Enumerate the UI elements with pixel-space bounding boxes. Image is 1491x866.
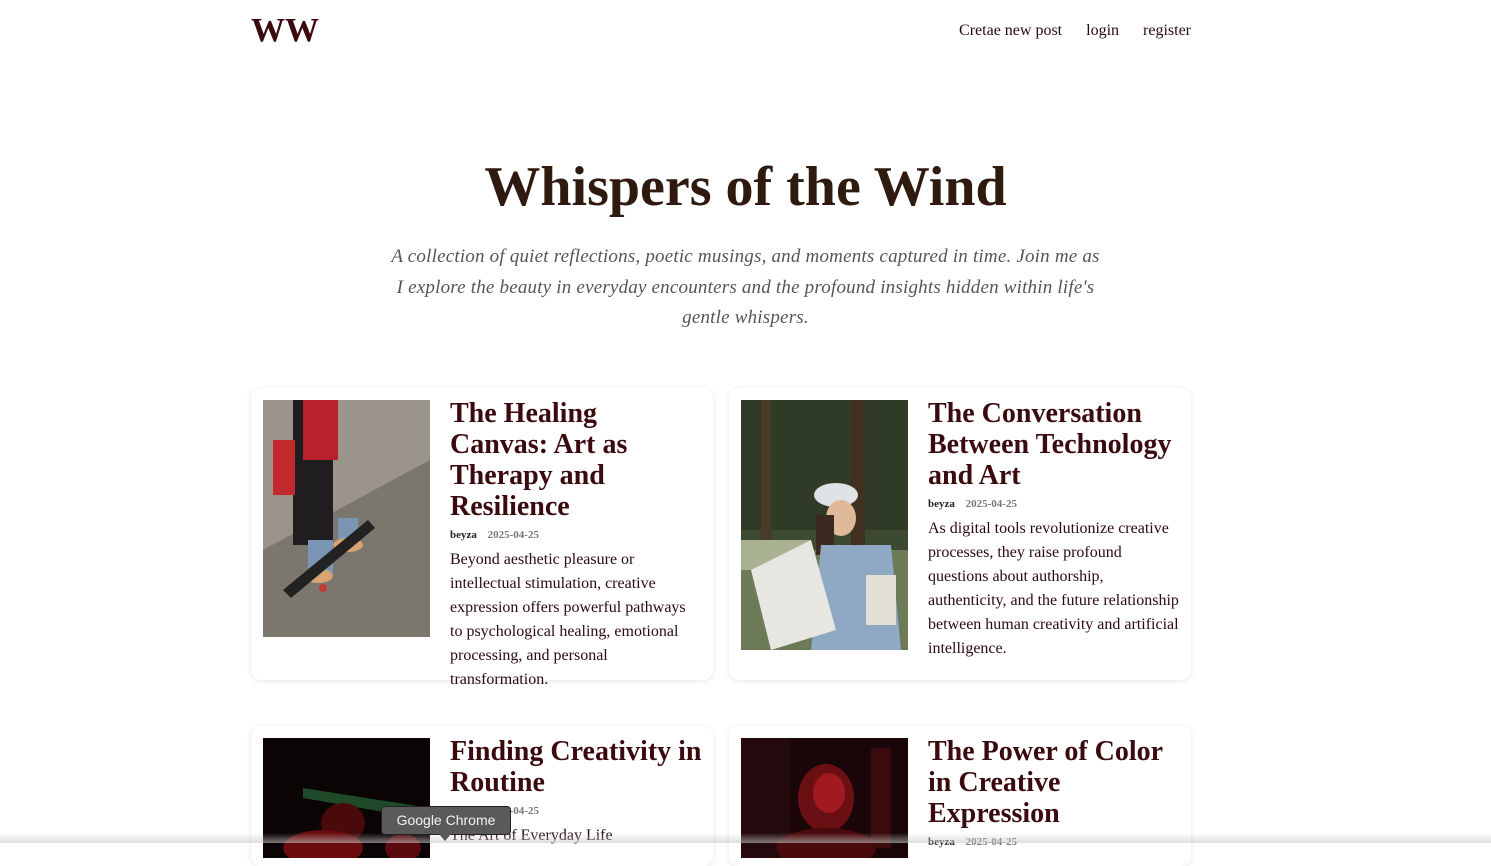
window-bottom-edge bbox=[0, 833, 1491, 843]
post-summary: As digital tools revolutionize creative … bbox=[928, 520, 1179, 657]
nav-register-link[interactable]: register bbox=[1143, 20, 1191, 42]
post-title[interactable]: Finding Creativity in Routine bbox=[450, 736, 702, 798]
post-title[interactable]: The Conversation Between Technology and … bbox=[928, 398, 1180, 491]
post-card[interactable]: The Conversation Between Technology and … bbox=[729, 388, 1191, 680]
nav-create-post-link[interactable]: Cretae new post bbox=[959, 20, 1062, 42]
post-card[interactable]: Finding Creativity in Routine beyza 2025… bbox=[251, 726, 713, 866]
post-card[interactable]: The Healing Canvas: Art as Therapy and R… bbox=[251, 388, 713, 688]
post-author: beyza bbox=[450, 529, 477, 541]
post-thumbnail[interactable] bbox=[263, 400, 430, 637]
post-body: The Healing Canvas: Art as Therapy and R… bbox=[450, 398, 702, 692]
nav-login-link[interactable]: login bbox=[1086, 20, 1119, 42]
post-title[interactable]: The Power of Color in Creative Expressio… bbox=[928, 736, 1180, 829]
post-author: beyza bbox=[928, 498, 955, 510]
post-date: 2025-04-25 bbox=[487, 529, 539, 541]
post-card[interactable]: The Power of Color in Creative Expressio… bbox=[729, 726, 1191, 866]
page-title: Whispers of the Wind bbox=[484, 156, 1007, 218]
post-date: 2025-04-25 bbox=[965, 498, 1017, 510]
post-title[interactable]: The Healing Canvas: Art as Therapy and R… bbox=[450, 398, 702, 522]
dock-tooltip: Google Chrome bbox=[381, 806, 511, 841]
post-summary: Beyond aesthetic pleasure or intellectua… bbox=[450, 551, 686, 688]
post-thumbnail[interactable] bbox=[741, 400, 908, 650]
main-nav: Cretae new post login register bbox=[959, 20, 1191, 42]
post-meta: beyza 2025-04-25 bbox=[928, 497, 1180, 511]
post-meta: beyza 2025-04-25 bbox=[450, 528, 702, 542]
post-body: The Conversation Between Technology and … bbox=[928, 398, 1180, 661]
site-header: WW Cretae new post login register bbox=[251, 12, 1191, 52]
page-subtitle: A collection of quiet reflections, poeti… bbox=[391, 246, 1100, 328]
hero-section: Whispers of the Wind A collection of qui… bbox=[0, 150, 1491, 334]
site-logo[interactable]: WW bbox=[251, 12, 319, 50]
